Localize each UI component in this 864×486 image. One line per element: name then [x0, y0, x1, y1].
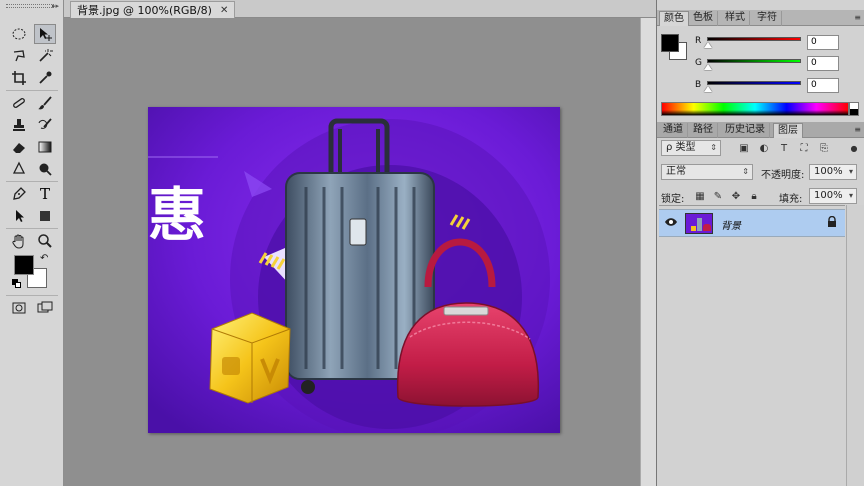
lock-label: 锁定:: [661, 194, 685, 205]
document-image[interactable]: 惠: [148, 107, 560, 433]
collapse-arrows-icon[interactable]: ▸▸: [52, 2, 59, 10]
default-colors-icon[interactable]: [12, 279, 21, 288]
green-slider-thumb[interactable]: [704, 64, 712, 70]
opacity-input[interactable]: 100% ▾: [809, 164, 857, 180]
tab-paths[interactable]: 路径: [689, 123, 718, 138]
lasso-tool-icon[interactable]: [8, 46, 30, 66]
blend-mode-value: 正常: [666, 166, 686, 177]
black-white-ramp[interactable]: [849, 102, 859, 116]
panel-menu-icon[interactable]: ≡: [854, 13, 861, 22]
layer-filter-value: ρ 类型: [666, 142, 696, 153]
document-tab-title: 背景.jpg @ 100%(RGB/8): [77, 4, 212, 17]
blue-slider[interactable]: [707, 81, 801, 85]
gradient-tool-icon[interactable]: [34, 137, 56, 157]
brush-tool-icon[interactable]: [34, 93, 56, 113]
fill-value: 100%: [814, 190, 843, 201]
tab-color[interactable]: 颜色: [659, 11, 689, 26]
tab-styles[interactable]: 样式: [721, 11, 750, 26]
red-value-input[interactable]: 0: [807, 35, 839, 50]
chevron-down-icon: ⇕: [710, 143, 717, 152]
filter-adjustment-icon[interactable]: ◐: [757, 141, 771, 155]
lock-transparent-icon[interactable]: ▦: [693, 189, 707, 203]
blue-value-input[interactable]: 0: [807, 78, 839, 93]
opacity-label: 不透明度:: [761, 170, 805, 181]
lock-all-icon[interactable]: 🔒︎: [747, 189, 761, 203]
layer-filter-select[interactable]: ρ 类型 ⇕: [661, 140, 721, 156]
filter-smart-object-icon[interactable]: ⎘: [817, 141, 831, 155]
right-panels: 颜色 色板 样式 字符 ≡ R 0 G 0 B 0 通道 路径 历史记录 图层 …: [656, 0, 864, 486]
tab-history[interactable]: 历史记录: [721, 123, 770, 138]
lock-position-icon[interactable]: ✥: [729, 189, 743, 203]
crop-tool-icon[interactable]: [8, 68, 30, 88]
shape-tool-icon[interactable]: [34, 206, 56, 226]
screen-mode-icon[interactable]: [34, 298, 56, 318]
layers-panel-menu-icon[interactable]: ≡: [854, 125, 861, 134]
filter-pixel-icon[interactable]: ▣: [737, 141, 751, 155]
blend-mode-select[interactable]: 正常 ⇕: [661, 164, 753, 180]
lock-paint-icon[interactable]: ✎: [711, 189, 725, 203]
tools-panel: ▸▸ T ↶: [0, 0, 64, 486]
chevron-down-icon: ▾: [848, 191, 853, 200]
document-tab-bar: 背景.jpg @ 100%(RGB/8) ✕: [64, 0, 656, 18]
opacity-value: 100%: [814, 166, 843, 177]
canvas-area[interactable]: 惠: [64, 18, 640, 486]
layer-row[interactable]: 背景: [659, 209, 845, 237]
close-icon[interactable]: ✕: [220, 5, 228, 16]
zoom-tool-icon[interactable]: [34, 231, 56, 251]
layers-panel-tabs: 通道 路径 历史记录 图层 ≡: [657, 122, 864, 138]
marquee-tool-icon[interactable]: [8, 24, 30, 44]
red-slider-thumb[interactable]: [704, 42, 712, 48]
fill-label: 填充:: [779, 194, 803, 205]
history-brush-tool-icon[interactable]: [34, 115, 56, 135]
color-spectrum-bar[interactable]: [661, 102, 849, 116]
layers-scrollbar[interactable]: [846, 205, 864, 486]
filter-shape-icon[interactable]: ⛶: [797, 141, 811, 155]
magic-wand-tool-icon[interactable]: [34, 46, 56, 66]
hand-tool-icon[interactable]: [8, 231, 30, 251]
tab-swatches[interactable]: 色板: [689, 11, 718, 26]
green-slider[interactable]: [707, 59, 801, 63]
color-panel-tabs: 颜色 色板 样式 字符 ≡: [657, 10, 864, 26]
color-panel-foreground-swatch[interactable]: [661, 34, 679, 52]
tab-layers[interactable]: 图层: [773, 123, 803, 138]
chevron-down-icon: ⇕: [742, 167, 749, 176]
foreground-color-swatch[interactable]: [14, 255, 34, 275]
tab-channels[interactable]: 通道: [659, 123, 688, 138]
swap-colors-icon[interactable]: ↶: [40, 253, 48, 264]
fill-input[interactable]: 100% ▾: [809, 188, 857, 204]
channel-label-r: R: [695, 36, 702, 46]
chevron-down-icon: ▾: [848, 167, 853, 176]
clone-stamp-tool-icon[interactable]: [8, 115, 30, 135]
image-text: 惠: [148, 181, 206, 249]
red-slider[interactable]: [707, 37, 801, 41]
toolbar-grip[interactable]: [6, 4, 54, 8]
document-tab[interactable]: 背景.jpg @ 100%(RGB/8) ✕: [70, 1, 236, 18]
channel-label-b: B: [695, 80, 702, 90]
type-tool-icon[interactable]: T: [34, 184, 56, 204]
eyedropper-tool-icon[interactable]: [34, 68, 56, 88]
tab-character[interactable]: 字符: [753, 11, 782, 26]
quick-mask-icon[interactable]: [8, 298, 30, 318]
healing-brush-tool-icon[interactable]: [8, 93, 30, 113]
blur-tool-icon[interactable]: [8, 159, 30, 179]
path-selection-tool-icon[interactable]: [8, 206, 30, 226]
blue-slider-thumb[interactable]: [704, 86, 712, 92]
move-tool-icon[interactable]: [34, 24, 56, 44]
green-value-input[interactable]: 0: [807, 56, 839, 71]
filter-toggle-icon[interactable]: ●: [847, 141, 861, 155]
layer-thumbnail[interactable]: [685, 213, 713, 234]
eraser-tool-icon[interactable]: [8, 137, 30, 157]
pen-tool-icon[interactable]: [8, 184, 30, 204]
lock-icon: [827, 215, 837, 228]
layer-name[interactable]: 背景: [721, 217, 741, 232]
filter-type-icon[interactable]: T: [777, 141, 791, 155]
vertical-scrollbar[interactable]: [640, 18, 656, 486]
eye-icon[interactable]: [665, 217, 677, 227]
dodge-tool-icon[interactable]: [34, 159, 56, 179]
channel-label-g: G: [695, 58, 702, 68]
document-area: 背景.jpg @ 100%(RGB/8) ✕ 惠: [64, 0, 656, 486]
